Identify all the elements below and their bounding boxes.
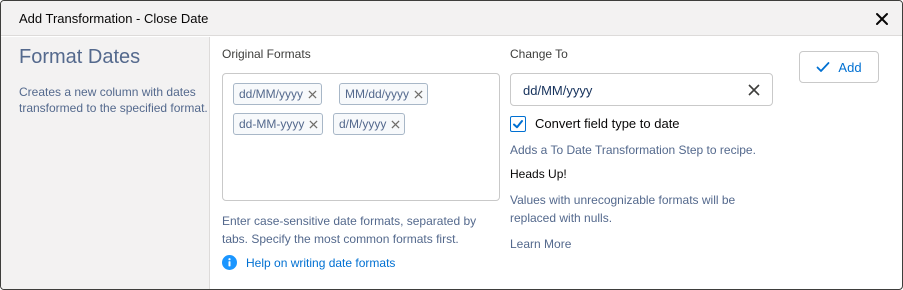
dialog-header: Add Transformation - Close Date [1, 1, 902, 36]
change-to-input[interactable]: dd/MM/yyyy [510, 73, 773, 106]
format-pill-label: dd/MM/yyyy [239, 87, 304, 101]
original-formats-input[interactable]: dd/MM/yyyy MM/dd/yyyy dd-MM-yyyy d/M/yyy… [222, 73, 500, 201]
help-link-label: Help on writing date formats [246, 255, 396, 270]
format-pill-label: MM/dd/yyyy [345, 87, 410, 101]
heads-up-title: Heads Up! [510, 167, 567, 181]
remove-pill-icon[interactable] [414, 89, 423, 99]
sidebar-title: Format Dates [19, 46, 141, 68]
sidebar-description: Creates a new column with dates transfor… [19, 85, 208, 115]
add-transformation-dialog: Add Transformation - Close Date Format D… [0, 0, 903, 290]
learn-more-link[interactable]: Learn More [510, 235, 571, 253]
format-pill: MM/dd/yyyy [339, 83, 429, 105]
sidebar: Format Dates Creates a new column with d… [1, 37, 210, 289]
format-pill-label: dd-MM-yyyy [239, 117, 305, 131]
heads-up-text: Values with unrecognizable formats will … [510, 193, 736, 225]
change-to-value: dd/MM/yyyy [523, 83, 593, 98]
help-date-formats-link[interactable]: Help on writing date formats [222, 255, 395, 270]
format-pill: d/M/yyyy [333, 113, 406, 135]
format-pill: dd-MM-yyyy [233, 113, 324, 135]
close-button[interactable] [870, 7, 894, 31]
format-pill-label: d/M/yyyy [339, 117, 387, 131]
format-pill: dd/MM/yyyy [233, 83, 323, 105]
remove-pill-icon[interactable] [308, 89, 317, 99]
change-to-label: Change To [510, 47, 568, 61]
convert-note: Adds a To Date Transformation Step to re… [510, 143, 756, 157]
add-button[interactable]: Add [799, 51, 879, 83]
info-icon [222, 255, 237, 270]
remove-pill-icon[interactable] [391, 119, 400, 129]
formats-hint: Enter case-sensitive date formats, separ… [222, 214, 477, 246]
dialog-title: Add Transformation - Close Date [19, 11, 209, 26]
remove-pill-icon[interactable] [309, 119, 318, 129]
original-formats-label: Original Formats [222, 47, 311, 61]
convert-field-type-checkbox[interactable] [510, 116, 526, 132]
checkmark-icon [513, 120, 523, 129]
add-button-label: Add [838, 59, 862, 75]
convert-field-type-label: Convert field type to date [535, 116, 680, 131]
clear-icon[interactable] [748, 84, 760, 96]
close-icon [876, 13, 888, 25]
check-icon [817, 62, 830, 72]
